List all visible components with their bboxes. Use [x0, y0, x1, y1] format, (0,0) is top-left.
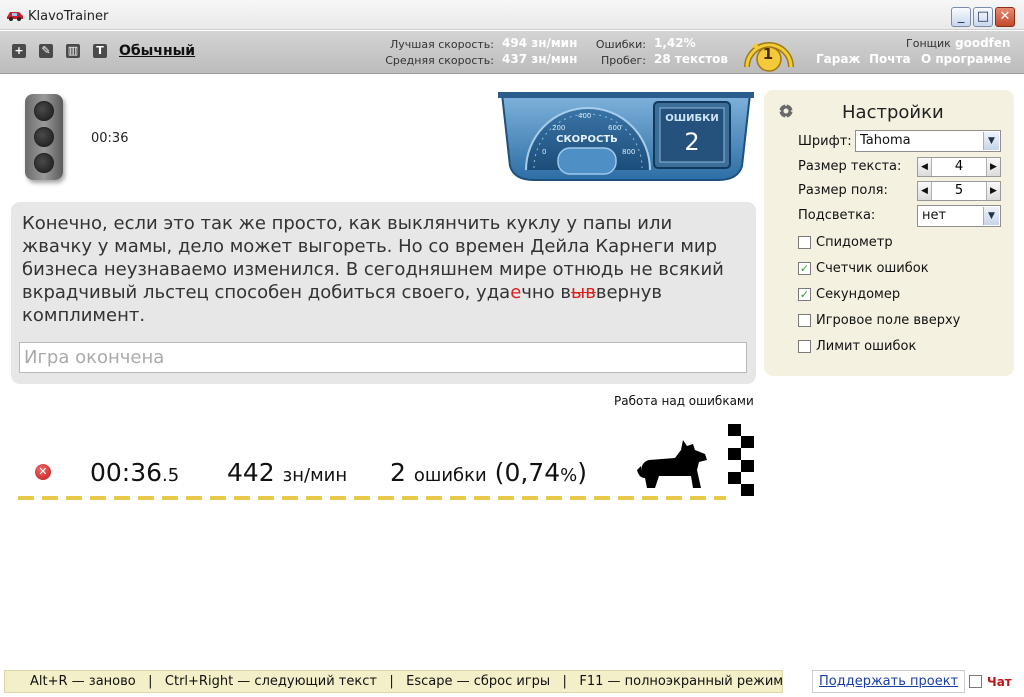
result-time: 00:36.5 [90, 458, 179, 487]
errors-label: Ошибки: [595, 38, 646, 51]
result-time-fraction: .5 [162, 465, 180, 486]
error-counter-checkbox-label: Счетчик ошибок [816, 261, 929, 276]
increase-arrow-icon[interactable]: ▶ [986, 158, 1000, 176]
speedometer-checkbox[interactable] [798, 236, 811, 249]
highlight-select[interactable]: нет ▼ [917, 205, 1001, 227]
highlight-select-value: нет [922, 208, 947, 223]
mileage-label: Пробег: [600, 54, 646, 67]
finish-flag-icon [728, 424, 754, 496]
maximize-icon: □ [976, 9, 990, 24]
mileage-value: 28 текстов [654, 52, 729, 66]
avg-speed-label: Средняя скорость: [385, 54, 494, 67]
chevron-down-icon: ▼ [983, 132, 999, 150]
error-char: ыв [571, 282, 596, 303]
rank-number: 1 [762, 45, 774, 63]
typing-input[interactable]: Игра окончена [19, 342, 747, 373]
font-label: Шрифт: [798, 134, 852, 149]
result-errors-pct-sign: % [560, 465, 578, 486]
error-counter-label: ОШИБКИ [665, 113, 719, 124]
speed-label: СКОРОСТЬ [556, 134, 618, 145]
field-top-checkbox[interactable] [798, 314, 811, 327]
chevron-down-icon: ▼ [983, 207, 999, 225]
window-title: KlavoTrainer [28, 9, 109, 24]
typing-text: Конечно, если это так же просто, как вык… [22, 212, 742, 327]
highlight-label: Подсветка: [798, 208, 876, 223]
result-speed-value: 442 [227, 458, 275, 487]
close-icon: ✕ [999, 9, 1011, 24]
text-size-value: 4 [954, 159, 964, 174]
increase-arrow-icon[interactable]: ▶ [986, 182, 1000, 200]
field-size-label: Размер поля: [798, 183, 888, 198]
racer-label: Гонщик [906, 37, 951, 50]
nav-garage-link[interactable]: Гараж [816, 52, 860, 66]
decrease-arrow-icon[interactable]: ◀ [918, 158, 932, 176]
avg-speed-value: 437 зн/мин [502, 52, 578, 66]
chart-icon[interactable]: ▥ [66, 44, 80, 58]
error-limit-checkbox[interactable] [798, 340, 811, 353]
racer-name[interactable]: goodfen [955, 36, 1011, 50]
app-logo-icon [7, 12, 23, 21]
edit-icon[interactable]: ✎ [39, 44, 53, 58]
scottish-terrier-icon [637, 440, 707, 488]
title-bar: KlavoTrainer _ □ ✕ [0, 0, 1024, 30]
maximize-button[interactable]: □ [973, 7, 993, 27]
plus-icon[interactable]: + [12, 44, 26, 58]
traffic-light-icon [25, 94, 63, 180]
race-timer: 00:36 [91, 131, 129, 146]
nav-mail-link[interactable]: Почта [869, 52, 911, 66]
result-errors-count: 2 [390, 458, 406, 487]
error-work-link[interactable]: Работа над ошибками [614, 394, 754, 408]
field-top-checkbox-label: Игровое поле вверху [816, 313, 961, 328]
speed-tick-label: 200 [552, 124, 565, 132]
speedometer-checkbox-label: Спидометр [816, 235, 893, 250]
traffic-lamp [34, 153, 54, 173]
support-project-link[interactable]: Поддержать проект [819, 674, 958, 689]
error-limit-checkbox-label: Лимит ошибок [816, 339, 917, 354]
speed-tick-label: 400 [578, 112, 591, 120]
close-result-icon[interactable]: ✕ [35, 464, 51, 480]
text-segment: чно в [521, 282, 572, 303]
result-errors-word: ошибки [413, 465, 487, 486]
error-counter-checkbox[interactable]: ✓ [798, 262, 811, 275]
minimize-button[interactable]: _ [951, 7, 971, 27]
game-mode-link[interactable]: Обычный [119, 43, 195, 59]
traffic-lamp [34, 127, 54, 147]
error-char: е [510, 282, 522, 303]
result-errors: 2 ошибки (0,74%) [390, 458, 587, 487]
best-speed-label: Лучшая скорость: [390, 38, 494, 51]
field-size-stepper[interactable]: ◀ 5 ▶ [917, 181, 1001, 201]
text-size-label: Размер текста: [798, 159, 902, 174]
settings-title: Настройки [842, 102, 944, 123]
gear-icon[interactable] [778, 103, 794, 119]
stopwatch-checkbox-label: Секундомер [816, 287, 901, 302]
hotkeys-hint-bar: Alt+R — заново | Ctrl+Right — следующий … [4, 670, 783, 693]
result-errors-percent: 0,74 [504, 458, 561, 487]
minimize-icon: _ [957, 9, 965, 24]
result-errors-paren: ( [494, 458, 505, 487]
result-time-main: 00:36 [90, 458, 163, 487]
result-speed: 442 зн/мин [227, 458, 347, 487]
stopwatch-checkbox[interactable]: ✓ [798, 288, 811, 301]
nav-about-link[interactable]: О программе [921, 52, 1011, 66]
speed-tick-label: 600 [608, 124, 621, 132]
decrease-arrow-icon[interactable]: ◀ [918, 182, 932, 200]
font-select-value: Tahoma [860, 133, 911, 148]
best-speed-value: 494 зн/мин [502, 36, 578, 50]
font-select[interactable]: Tahoma ▼ [855, 130, 1001, 152]
chat-label[interactable]: Чат [987, 675, 1012, 689]
chat-checkbox[interactable] [969, 675, 982, 688]
speed-tick-label: 800 [622, 148, 635, 156]
traffic-lamp [34, 101, 54, 121]
speed-tick-label: 0 [542, 148, 546, 156]
field-size-value: 5 [954, 183, 964, 198]
result-speed-unit: зн/мин [282, 465, 348, 486]
track-line [18, 496, 726, 500]
text-icon[interactable]: T [93, 44, 107, 58]
errors-value: 1,42% [654, 36, 696, 50]
text-size-stepper[interactable]: ◀ 4 ▶ [917, 157, 1001, 177]
error-counter-value: 2 [684, 128, 700, 156]
top-toolbar: + ✎ ▥ T Обычный Лучшая скорость: 494 зн/… [0, 31, 1024, 74]
result-errors-paren: ) [577, 458, 587, 487]
close-window-button[interactable]: ✕ [995, 7, 1015, 27]
